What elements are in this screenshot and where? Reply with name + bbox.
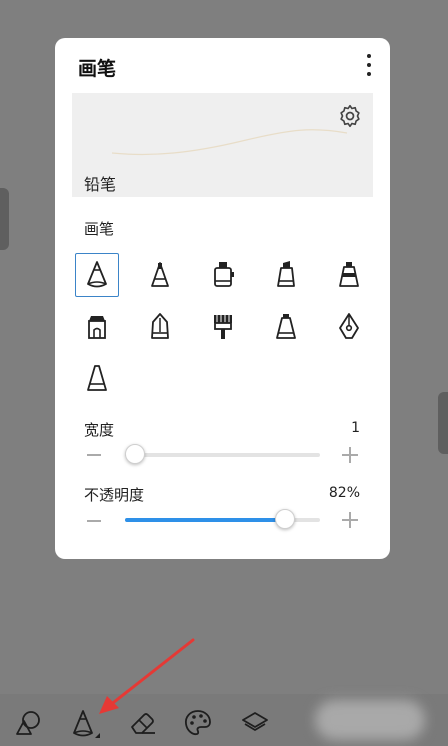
- opacity-slider[interactable]: [125, 509, 320, 529]
- opacity-decrease-button[interactable]: [87, 520, 101, 522]
- left-edge-handle[interactable]: [0, 188, 9, 250]
- opacity-value: 82%: [328, 485, 360, 501]
- panel-title: 画笔: [78, 58, 117, 80]
- opacity-slider-thumb[interactable]: [274, 509, 295, 529]
- stroke-preview: [112, 129, 348, 156]
- width-value: 1: [351, 420, 360, 436]
- ink-pen-icon[interactable]: [138, 305, 182, 349]
- highlighter-icon[interactable]: [327, 253, 371, 297]
- more-options-button[interactable]: [362, 52, 376, 78]
- more-dot: [367, 63, 371, 67]
- more-dot: [367, 72, 371, 76]
- opacity-increase-button[interactable]: [342, 512, 358, 528]
- triangle-brush-icon[interactable]: [75, 357, 119, 401]
- annotation-arrow: [99, 638, 195, 714]
- chisel-marker-icon[interactable]: [264, 253, 308, 297]
- brush-panel: 画笔 铅笔 画笔 宽度 1 不透明度 82%: [55, 38, 390, 559]
- layers-icon[interactable]: [240, 708, 270, 738]
- pencil-icon[interactable]: [75, 253, 119, 297]
- brush-preview: 铅笔: [72, 93, 373, 197]
- width-label: 宽度: [84, 421, 115, 439]
- preview-label: 铅笔: [84, 175, 117, 194]
- width-slider-thumb[interactable]: [124, 444, 145, 464]
- width-increase-button[interactable]: [342, 447, 358, 463]
- right-scroll-handle[interactable]: [438, 392, 448, 454]
- airbrush-icon[interactable]: [264, 305, 308, 349]
- shapes-icon[interactable]: [14, 708, 44, 738]
- cone-tip-icon[interactable]: [138, 253, 182, 297]
- gear-icon[interactable]: [337, 103, 363, 129]
- fountain-pen-icon[interactable]: [327, 305, 371, 349]
- section-label: 画笔: [84, 220, 115, 238]
- watermark-blur: [315, 700, 425, 740]
- opacity-slider-fill: [125, 518, 285, 522]
- stamp-icon[interactable]: [75, 305, 119, 349]
- more-dot: [367, 54, 371, 58]
- marker-icon[interactable]: [201, 253, 245, 297]
- paint-brush-icon[interactable]: [201, 305, 245, 349]
- width-slider[interactable]: [124, 444, 320, 464]
- width-decrease-button[interactable]: [87, 454, 101, 456]
- opacity-label: 不透明度: [84, 486, 145, 504]
